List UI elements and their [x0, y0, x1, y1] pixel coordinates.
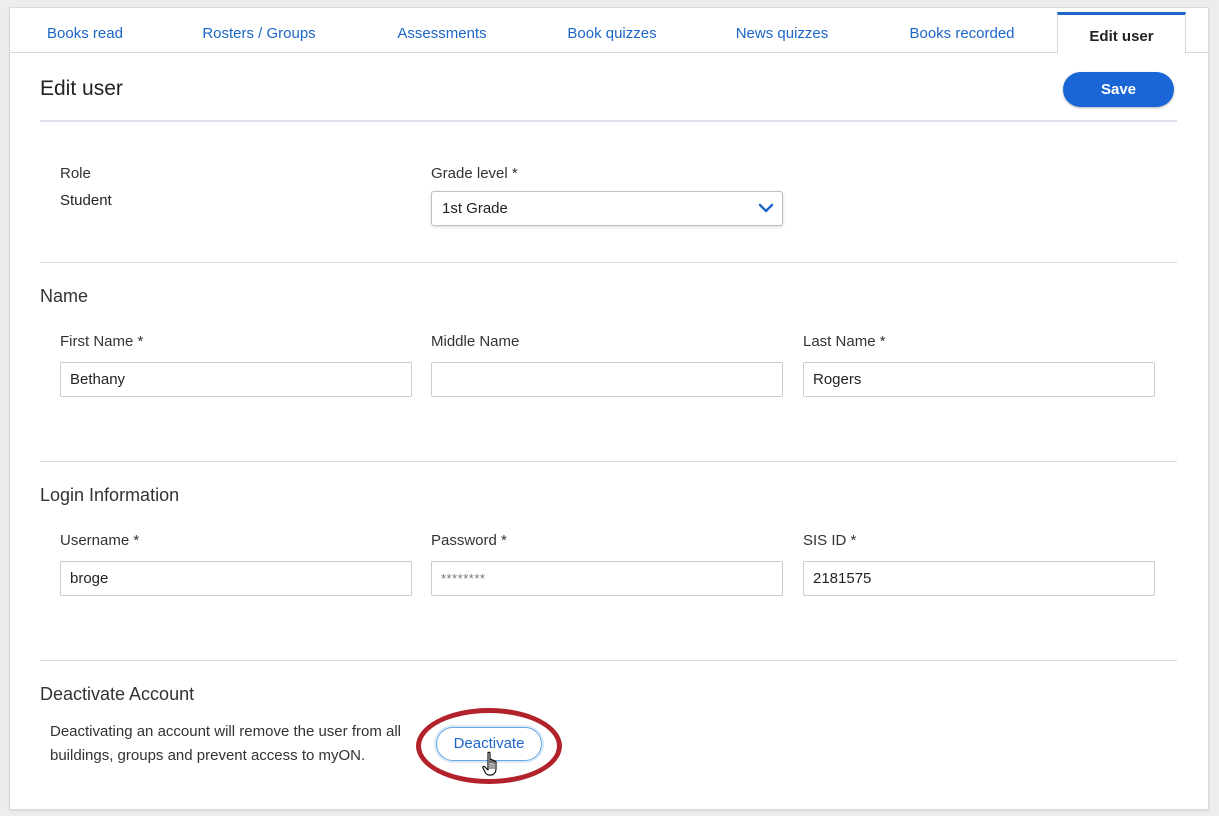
- section-divider: [40, 262, 1177, 263]
- last-name-input[interactable]: [803, 362, 1155, 397]
- last-name-label: Last Name *: [803, 333, 886, 350]
- first-name-input[interactable]: [60, 362, 412, 397]
- section-divider: [40, 461, 1177, 462]
- tab-assessments[interactable]: Assessments: [380, 8, 504, 53]
- tab-book-quizzes[interactable]: Book quizzes: [550, 8, 674, 53]
- header-divider: [40, 120, 1177, 122]
- role-value: Student: [60, 192, 112, 209]
- tab-news-quizzes[interactable]: News quizzes: [718, 8, 846, 53]
- name-section-title: Name: [40, 286, 89, 306]
- grade-level-label: Grade level *: [431, 165, 518, 182]
- username-input[interactable]: [60, 561, 412, 596]
- sis-id-input[interactable]: [803, 561, 1155, 596]
- edit-user-card: Books read Rosters / Groups Assessments …: [9, 7, 1209, 810]
- sis-id-label: SIS ID *: [803, 532, 857, 549]
- tab-books-recorded[interactable]: Books recorded: [890, 8, 1034, 53]
- save-button[interactable]: Save: [1063, 72, 1174, 107]
- password-input[interactable]: [431, 561, 783, 596]
- grade-level-select[interactable]: 1st Grade: [431, 191, 783, 226]
- first-name-label: First Name *: [60, 333, 144, 350]
- tab-bar: Books read Rosters / Groups Assessments …: [10, 8, 1208, 54]
- password-label: Password *: [431, 532, 507, 549]
- page-title: Edit user: [40, 77, 123, 100]
- username-label: Username *: [60, 532, 140, 549]
- middle-name-input[interactable]: [431, 362, 783, 397]
- grade-level-value: 1st Grade: [442, 200, 508, 217]
- login-section-title: Login Information: [40, 485, 180, 505]
- deactivate-description: Deactivating an account will remove the …: [50, 723, 401, 764]
- role-label: Role: [60, 165, 91, 182]
- tab-rosters-groups[interactable]: Rosters / Groups: [185, 8, 333, 53]
- chevron-down-icon: [758, 203, 774, 213]
- middle-name-label: Middle Name: [431, 333, 520, 350]
- section-divider: [40, 660, 1177, 661]
- hand-pointer-icon: [482, 751, 497, 776]
- tab-books-read[interactable]: Books read: [30, 8, 140, 53]
- deactivate-section-title: Deactivate Account: [40, 684, 195, 704]
- tab-edit-user[interactable]: Edit user: [1057, 12, 1186, 54]
